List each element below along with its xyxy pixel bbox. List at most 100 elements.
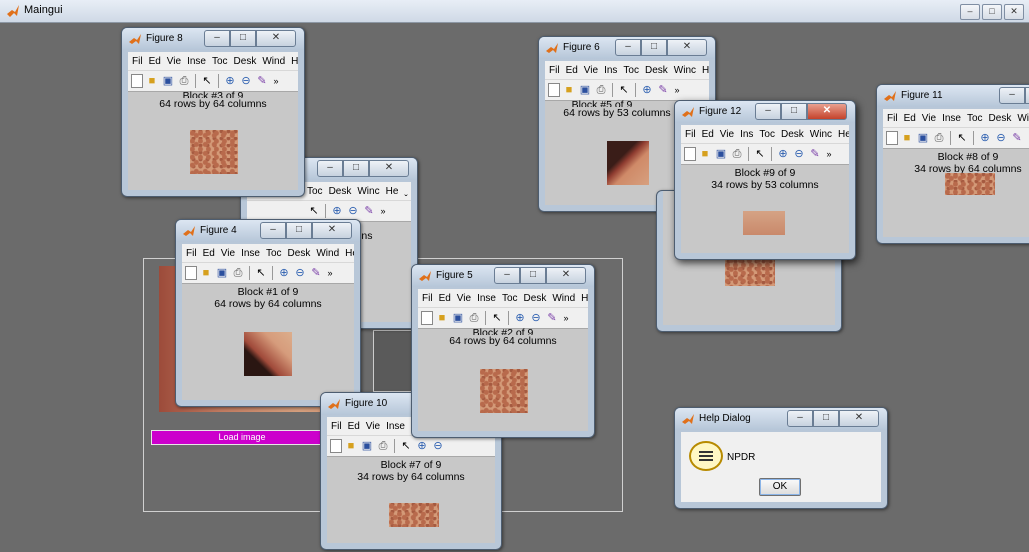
save-icon[interactable]: ▣ <box>451 311 465 325</box>
toolbar-overflow-icon[interactable]: » <box>824 147 834 161</box>
minimize-icon[interactable]: – <box>755 103 781 120</box>
toolbar-overflow-icon[interactable]: » <box>561 311 571 325</box>
save-icon[interactable]: ▣ <box>916 131 930 145</box>
print-icon[interactable]: ⎙ <box>231 266 245 280</box>
menu-desktop[interactable]: Desk <box>645 65 668 76</box>
menu-insert[interactable]: Ins <box>604 65 617 76</box>
new-file-icon[interactable] <box>421 311 433 325</box>
menu-file[interactable]: Fil <box>132 56 143 67</box>
zoom-out-icon[interactable]: ⊖ <box>239 74 253 88</box>
menu-help[interactable]: He <box>291 56 298 67</box>
maximize-icon[interactable]: □ <box>286 222 312 239</box>
maximize-icon[interactable]: □ <box>813 410 839 427</box>
titlebar[interactable]: Figure 6 – □ ✕ <box>539 37 715 59</box>
titlebar[interactable]: Figure 5 – □ ✕ <box>412 265 594 287</box>
zoom-out-icon[interactable]: ⊖ <box>346 204 360 218</box>
menu-window[interactable]: Wind <box>262 56 285 67</box>
zoom-out-icon[interactable]: ⊖ <box>431 439 445 453</box>
close-icon[interactable]: ✕ <box>546 267 586 284</box>
brush-icon[interactable]: ✎ <box>362 204 376 218</box>
menu-view[interactable]: Vie <box>720 129 734 140</box>
menu-insert[interactable]: Inse <box>942 113 961 124</box>
figure-window-4[interactable]: Figure 4 –□✕ FilEdVieInseTocDeskWindHeˬ … <box>175 219 361 407</box>
menu-help[interactable]: He <box>838 129 849 140</box>
menu-insert[interactable]: Inse <box>477 293 496 304</box>
close-icon[interactable]: ✕ <box>667 39 707 56</box>
menu-window[interactable]: Winc <box>674 65 696 76</box>
new-file-icon[interactable] <box>131 74 143 88</box>
menu-insert[interactable]: Inse <box>241 248 260 259</box>
brush-icon[interactable]: ✎ <box>309 266 323 280</box>
new-file-icon[interactable] <box>330 439 342 453</box>
zoom-out-icon[interactable]: ⊖ <box>792 147 806 161</box>
save-icon[interactable]: ▣ <box>578 83 592 97</box>
save-icon[interactable]: ▣ <box>360 439 374 453</box>
menu-tools[interactable]: Toc <box>212 56 228 67</box>
titlebar[interactable]: Help Dialog – □ ✕ <box>675 408 887 430</box>
figure-window-8[interactable]: Figure 8 –□✕ FilEdVieInseTocDeskWindHeˬ … <box>121 27 305 197</box>
minimize-icon[interactable]: – <box>999 87 1025 104</box>
toolbar-overflow-icon[interactable]: » <box>325 266 335 280</box>
toolbar-overflow-icon[interactable]: » <box>672 83 682 97</box>
close-icon[interactable]: ✕ <box>807 103 847 120</box>
new-file-icon[interactable] <box>886 131 898 145</box>
save-icon[interactable]: ▣ <box>714 147 728 161</box>
pointer-icon[interactable]: ↖ <box>200 74 214 88</box>
menu-view[interactable]: Vie <box>366 421 380 432</box>
pointer-icon[interactable]: ↖ <box>490 311 504 325</box>
open-folder-icon[interactable]: ■ <box>435 311 449 325</box>
open-folder-icon[interactable]: ■ <box>698 147 712 161</box>
pointer-icon[interactable]: ↖ <box>399 439 413 453</box>
close-icon[interactable]: ✕ <box>369 160 409 177</box>
help-dialog[interactable]: Help Dialog – □ ✕ NPDR OK <box>674 407 888 509</box>
print-icon[interactable]: ⎙ <box>177 74 191 88</box>
titlebar[interactable]: Figure 11 –□ <box>877 85 1029 107</box>
new-file-icon[interactable] <box>684 147 696 161</box>
figure-window-12[interactable]: Figure 12 –□✕ FilEdVieInsTocDeskWincHeˬ … <box>674 100 856 260</box>
zoom-out-icon[interactable]: ⊖ <box>293 266 307 280</box>
menu-window[interactable]: Winc <box>810 129 832 140</box>
menu-desktop[interactable]: Desk <box>329 186 352 197</box>
figure-window-5[interactable]: Figure 5 –□✕ FilEdVieInseTocDeskWindHeˬ … <box>411 264 595 438</box>
zoom-out-icon[interactable]: ⊖ <box>994 131 1008 145</box>
menu-view[interactable]: Vie <box>922 113 936 124</box>
menu-file[interactable]: Fil <box>887 113 898 124</box>
brush-icon[interactable]: ✎ <box>255 74 269 88</box>
menu-tools[interactable]: Toc <box>307 186 323 197</box>
menu-insert[interactable]: Inse <box>386 421 405 432</box>
zoom-in-icon[interactable]: ⊕ <box>776 147 790 161</box>
menu-desktop[interactable]: Desk <box>288 248 311 259</box>
minimize-icon[interactable]: – <box>615 39 641 56</box>
minimize-icon[interactable]: – <box>204 30 230 47</box>
zoom-in-icon[interactable]: ⊕ <box>223 74 237 88</box>
open-folder-icon[interactable]: ■ <box>344 439 358 453</box>
menu-file[interactable]: Fil <box>331 421 342 432</box>
figure-window-11[interactable]: Figure 11 –□ Fil Ed Vie Inse Toc Desk Wind ■▣⎙… <box>876 84 1029 244</box>
print-icon[interactable]: ⎙ <box>376 439 390 453</box>
pointer-icon[interactable]: ↖ <box>617 83 631 97</box>
print-icon[interactable]: ⎙ <box>594 83 608 97</box>
zoom-in-icon[interactable]: ⊕ <box>513 311 527 325</box>
menu-file[interactable]: Fil <box>549 65 560 76</box>
zoom-in-icon[interactable]: ⊕ <box>978 131 992 145</box>
close-icon[interactable]: ✕ <box>1004 4 1024 20</box>
toolbar-overflow-icon[interactable]: » <box>271 74 281 88</box>
zoom-out-icon[interactable]: ⊖ <box>529 311 543 325</box>
titlebar[interactable]: Figure 8 – □ ✕ <box>122 28 304 50</box>
load-image-button[interactable]: Load image <box>151 430 333 445</box>
maximize-icon[interactable]: □ <box>343 160 369 177</box>
open-folder-icon[interactable]: ■ <box>199 266 213 280</box>
menu-help[interactable]: He <box>345 248 354 259</box>
menu-overflow[interactable]: ˬ <box>404 186 407 197</box>
menu-view[interactable]: Vie <box>584 65 598 76</box>
minimize-icon[interactable]: – <box>317 160 343 177</box>
menu-window[interactable]: Wind <box>552 293 575 304</box>
menu-help[interactable]: He <box>581 293 588 304</box>
maximize-icon[interactable]: □ <box>230 30 256 47</box>
new-file-icon[interactable] <box>548 83 560 97</box>
menu-view[interactable]: Vie <box>457 293 471 304</box>
pointer-icon[interactable]: ↖ <box>955 131 969 145</box>
print-icon[interactable]: ⎙ <box>730 147 744 161</box>
brush-icon[interactable]: ✎ <box>656 83 670 97</box>
pointer-icon[interactable]: ↖ <box>254 266 268 280</box>
